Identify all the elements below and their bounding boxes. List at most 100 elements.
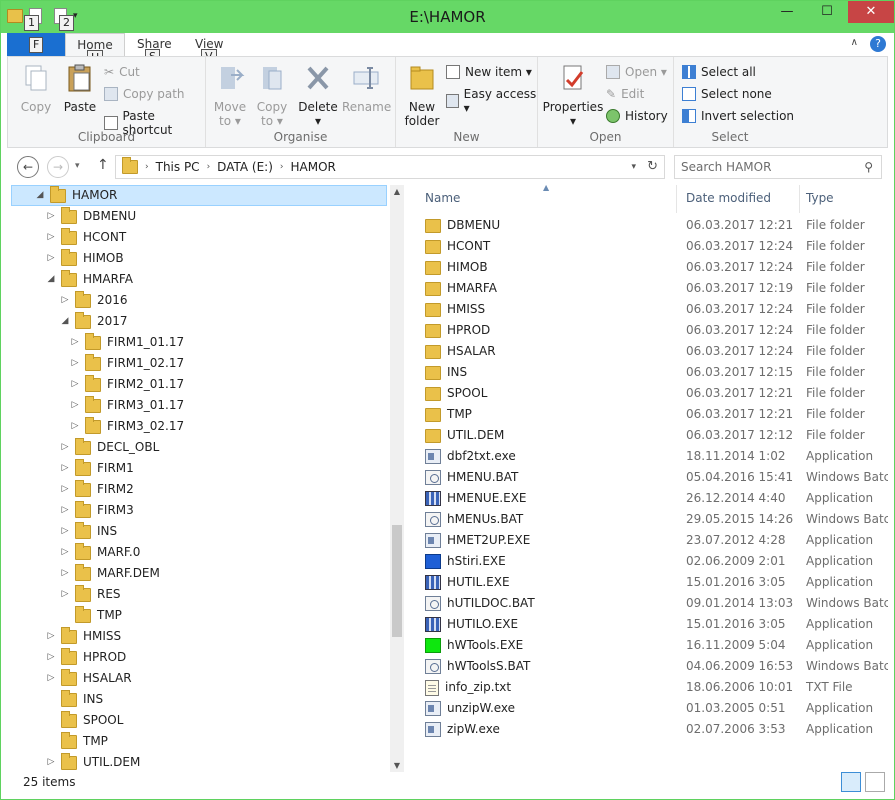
file-row[interactable]: UTIL.DEM 06.03.2017 12:12 File folder [411,425,888,446]
breadcrumb-this-pc[interactable]: This PC [156,160,200,174]
tree-item[interactable]: ▷ HMISS [45,626,121,647]
delete-button[interactable]: Delete ▾ [298,63,338,128]
expand-arrow-icon[interactable]: ▷ [59,500,71,521]
expand-arrow-icon[interactable]: ▷ [45,668,57,689]
tree-item[interactable]: ▷ HCONT [45,227,126,248]
select-none-button[interactable]: Select none [682,87,772,101]
help-icon[interactable]: ? [870,36,886,52]
expand-arrow-icon[interactable]: ▷ [59,479,71,500]
address-bar[interactable]: › This PC › DATA (E:) › HAMOR ▾ ↻ [115,155,665,179]
tree-item[interactable]: ▷ FIRM1_02.17 [69,353,184,374]
navigation-tree[interactable]: ▲ ▼ ◢ HAMOR ▷ DBMENU ▷ HCONT ▷ HIMOB ◢ HMARFA ▷ 201… [7,185,404,772]
collapse-arrow-icon[interactable]: ◢ [34,185,46,206]
tab-share[interactable]: ShareS [137,37,172,65]
breadcrumb-separator[interactable]: › [280,162,284,172]
tree-item[interactable]: ▷ FIRM1_01.17 [69,332,184,353]
invert-selection-button[interactable]: Invert selection [682,109,794,123]
cut-button[interactable]: ✂ Cut [104,65,140,79]
file-row[interactable]: zipW.exe 02.07.2006 3:53 Application [411,719,888,740]
expand-arrow-icon[interactable]: ▷ [69,416,81,437]
file-row[interactable]: info_zip.txt 18.06.2006 10:01 TXT File [411,677,888,698]
easy-access-button[interactable]: Easy access ▾ [446,87,537,115]
tree-item[interactable]: ▷ DBMENU [45,206,136,227]
file-row[interactable]: HMISS 06.03.2017 12:24 File folder [411,299,888,320]
paste-button[interactable]: Paste [60,63,100,114]
tree-item[interactable]: ◢ HAMOR [11,185,387,206]
file-row[interactable]: HCONT 06.03.2017 12:24 File folder [411,236,888,257]
tree-item[interactable]: ▷ FIRM1 [59,458,134,479]
refresh-icon[interactable]: ↻ [647,159,658,174]
minimize-button[interactable]: — [772,1,802,23]
file-row[interactable]: hUTILDOC.BAT 09.01.2014 13:03 Windows Batc… [411,593,888,614]
tree-item[interactable]: ▷ FIRM2_01.17 [69,374,184,395]
tab-file[interactable]: F [7,33,65,56]
expand-arrow-icon[interactable]: ▷ [45,626,57,647]
tree-item[interactable]: ▷ HSALAR [45,668,132,689]
column-type[interactable]: Type [806,191,834,205]
file-row[interactable]: HMET2UP.EXE 23.07.2012 4:28 Application [411,530,888,551]
edit-button[interactable]: ✎ Edit [606,87,644,101]
tree-item[interactable]: ▷ MARF.DEM [59,563,160,584]
file-row[interactable]: HUTILO.EXE 15.01.2016 3:05 Application [411,614,888,635]
collapse-arrow-icon[interactable]: ◢ [59,311,71,332]
file-row[interactable]: hMENUs.BAT 29.05.2015 14:26 Windows Batch … [411,509,888,530]
tree-item[interactable]: ▷ RES [59,584,121,605]
title-bar[interactable]: 1 2 ▾ E:\HAMOR — ☐ ✕ [1,1,894,33]
expand-arrow-icon[interactable]: ▷ [59,437,71,458]
file-row[interactable]: HMENU.BAT 05.04.2016 15:41 Windows Batch F… [411,467,888,488]
new-folder-button[interactable]: New folder [402,63,442,128]
tree-item[interactable]: ▷ FIRM3_02.17 [69,416,184,437]
copy-to-button[interactable]: Copy to ▾ [252,63,292,128]
column-divider[interactable] [799,185,800,213]
back-button[interactable]: ← [17,156,39,178]
scroll-up-icon[interactable]: ▲ [390,187,404,196]
file-row[interactable]: hWTools.EXE 16.11.2009 5:04 Application [411,635,888,656]
file-row[interactable]: DBMENU 06.03.2017 12:21 File folder [411,215,888,236]
tree-item[interactable]: ▷ FIRM2 [59,479,134,500]
tree-item[interactable]: TMP [45,731,108,752]
file-row[interactable]: INS 06.03.2017 12:15 File folder [411,362,888,383]
close-button[interactable]: ✕ [848,1,894,23]
breadcrumb-separator[interactable]: › [145,162,149,172]
tree-item[interactable]: INS [45,689,103,710]
expand-arrow-icon[interactable]: ▷ [59,584,71,605]
tree-item[interactable]: ▷ INS [59,521,117,542]
expand-arrow-icon[interactable]: ▷ [69,353,81,374]
file-row[interactable]: SPOOL 06.03.2017 12:21 File folder [411,383,888,404]
breadcrumb-data-e[interactable]: DATA (E:) [217,160,273,174]
file-row[interactable]: HIMOB 06.03.2017 12:24 File folder [411,257,888,278]
expand-arrow-icon[interactable]: ▷ [69,374,81,395]
expand-arrow-icon[interactable]: ▷ [59,542,71,563]
search-input[interactable]: Search HAMOR ⚲ [674,155,882,179]
scroll-down-icon[interactable]: ▼ [390,761,404,770]
file-row[interactable]: unzipW.exe 01.03.2005 0:51 Application [411,698,888,719]
collapse-arrow-icon[interactable]: ◢ [45,269,57,290]
history-button[interactable]: History [606,109,668,123]
address-dropdown-icon[interactable]: ▾ [631,162,636,172]
copy-button[interactable]: Copy [16,63,56,114]
expand-arrow-icon[interactable]: ▷ [59,521,71,542]
select-all-button[interactable]: Select all [682,65,756,79]
expand-arrow-icon[interactable]: ▷ [69,332,81,353]
file-row[interactable]: HMARFA 06.03.2017 12:19 File folder [411,278,888,299]
recent-locations-icon[interactable]: ▾ [75,161,80,171]
column-name[interactable]: Name [425,191,460,205]
expand-arrow-icon[interactable]: ▷ [45,227,57,248]
collapse-ribbon-icon[interactable]: ∧ [851,37,858,48]
column-divider[interactable] [676,185,677,213]
maximize-button[interactable]: ☐ [812,1,842,23]
tree-item[interactable]: SPOOL [45,710,123,731]
expand-arrow-icon[interactable]: ▷ [45,206,57,227]
tree-item[interactable]: ◢ 2017 [59,311,128,332]
file-row[interactable]: HMENUE.EXE 26.12.2014 4:40 Application [411,488,888,509]
properties-button[interactable]: Properties ▾ [542,63,604,128]
breadcrumb-separator[interactable]: › [207,162,211,172]
expand-arrow-icon[interactable]: ▷ [45,248,57,269]
file-row[interactable]: HSALAR 06.03.2017 12:24 File folder [411,341,888,362]
expand-arrow-icon[interactable]: ▷ [45,752,57,773]
tree-item[interactable]: ▷ HPROD [45,647,126,668]
expand-arrow-icon[interactable]: ▷ [45,647,57,668]
tree-item[interactable]: ▷ FIRM3_01.17 [69,395,184,416]
up-button[interactable]: ↑ [97,157,109,173]
tree-item[interactable]: ▷ FIRM3 [59,500,134,521]
